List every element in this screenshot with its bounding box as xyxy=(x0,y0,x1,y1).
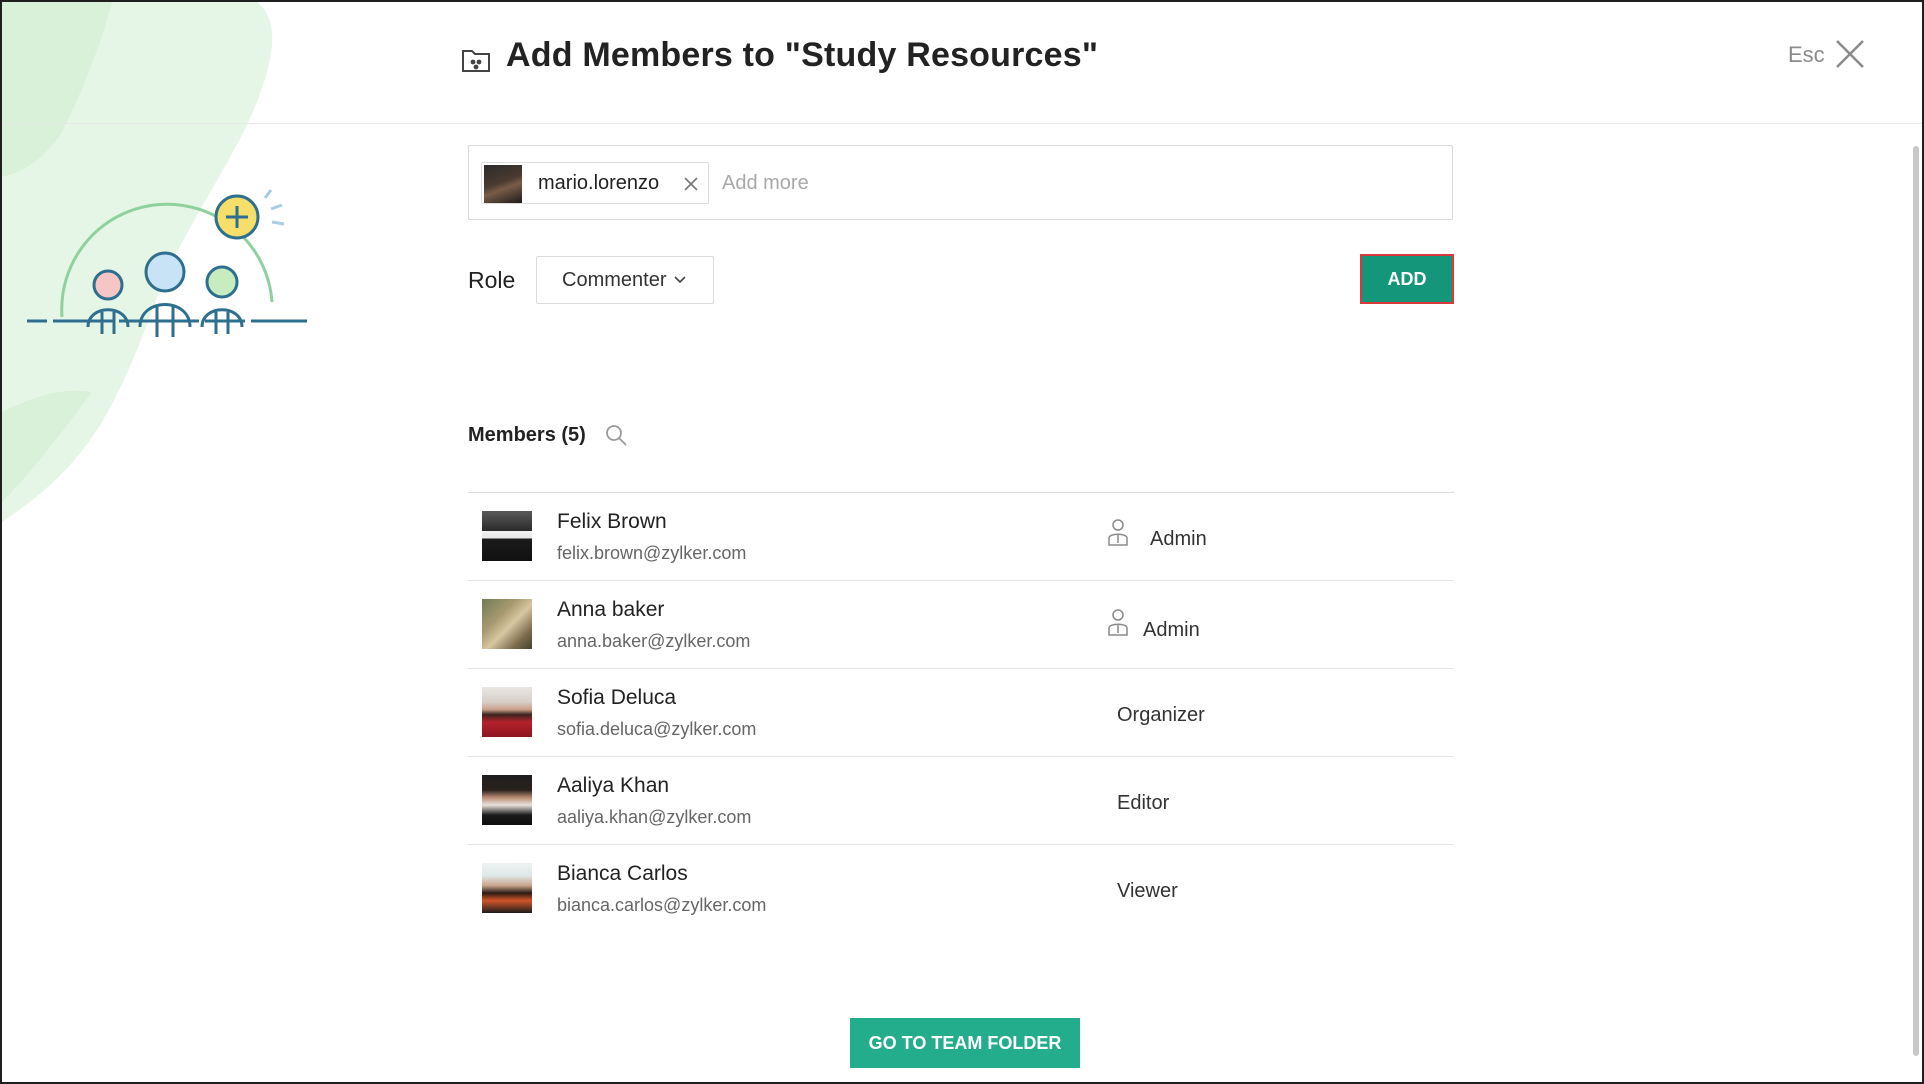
avatar xyxy=(482,511,532,561)
chevron-down-icon xyxy=(674,276,686,284)
member-list: Felix Brown felix.brown@zylker.com Admin… xyxy=(468,493,1454,921)
close-icon[interactable] xyxy=(1834,38,1866,70)
add-more-input[interactable] xyxy=(722,166,1422,200)
avatar xyxy=(482,687,532,737)
dialog-header: Add Members to "Study Resources" Esc xyxy=(2,2,1922,124)
team-illustration xyxy=(27,189,307,337)
team-folder-icon xyxy=(462,50,490,72)
close-icon[interactable] xyxy=(682,175,700,193)
list-item: Anna baker anna.baker@zylker.com Admin xyxy=(468,581,1454,669)
scrollbar-thumb[interactable] xyxy=(1913,146,1919,1056)
role-label: Role xyxy=(468,267,516,293)
recipient-chip-label: mario.lorenzo xyxy=(538,172,660,194)
avatar xyxy=(482,863,532,913)
role-dropdown-value: Commenter xyxy=(562,269,667,291)
member-name: Anna baker xyxy=(557,598,665,621)
member-role[interactable]: Organizer xyxy=(1117,704,1205,727)
member-name: Sofia Deluca xyxy=(557,686,677,709)
member-role[interactable]: Admin xyxy=(1143,619,1200,642)
search-icon[interactable] xyxy=(604,423,628,447)
member-role[interactable]: Admin xyxy=(1150,528,1207,551)
avatar xyxy=(482,775,532,825)
member-email: sofia.deluca@zylker.com xyxy=(557,719,757,739)
role-dropdown[interactable]: Commenter xyxy=(536,256,714,304)
recipient-chip: mario.lorenzo xyxy=(481,162,709,204)
member-email: anna.baker@zylker.com xyxy=(557,631,751,651)
list-item: Aaliya Khan aaliya.khan@zylker.com Edito… xyxy=(468,757,1454,845)
avatar xyxy=(482,599,532,649)
member-name: Felix Brown xyxy=(557,510,667,533)
admin-user-icon xyxy=(1108,609,1128,636)
add-button[interactable]: ADD xyxy=(1360,254,1454,304)
add-members-dialog: Add Members to "Study Resources" Esc mar… xyxy=(0,0,1924,1084)
admin-user-icon xyxy=(1108,519,1128,546)
member-role[interactable]: Viewer xyxy=(1117,880,1178,903)
member-email: felix.brown@zylker.com xyxy=(557,543,747,563)
page-title: Add Members to "Study Resources" xyxy=(506,36,1099,74)
avatar xyxy=(484,165,522,203)
member-email: aaliya.khan@zylker.com xyxy=(557,807,752,827)
member-name: Aaliya Khan xyxy=(557,774,670,797)
member-role[interactable]: Editor xyxy=(1117,792,1169,815)
list-item: Felix Brown felix.brown@zylker.com Admin xyxy=(468,493,1454,581)
scrollbar[interactable] xyxy=(1910,124,1922,1062)
go-to-team-folder-button[interactable]: GO TO TEAM FOLDER xyxy=(850,1018,1080,1068)
member-email: bianca.carlos@zylker.com xyxy=(557,895,767,915)
list-item: Sofia Deluca sofia.deluca@zylker.com Org… xyxy=(468,669,1454,757)
esc-hint: Esc xyxy=(1788,42,1825,67)
member-name: Bianca Carlos xyxy=(557,862,688,885)
list-item: Bianca Carlos bianca.carlos@zylker.com V… xyxy=(468,845,1454,921)
recipient-input-box[interactable]: mario.lorenzo xyxy=(468,145,1453,220)
members-header: Members (5) xyxy=(468,424,586,446)
